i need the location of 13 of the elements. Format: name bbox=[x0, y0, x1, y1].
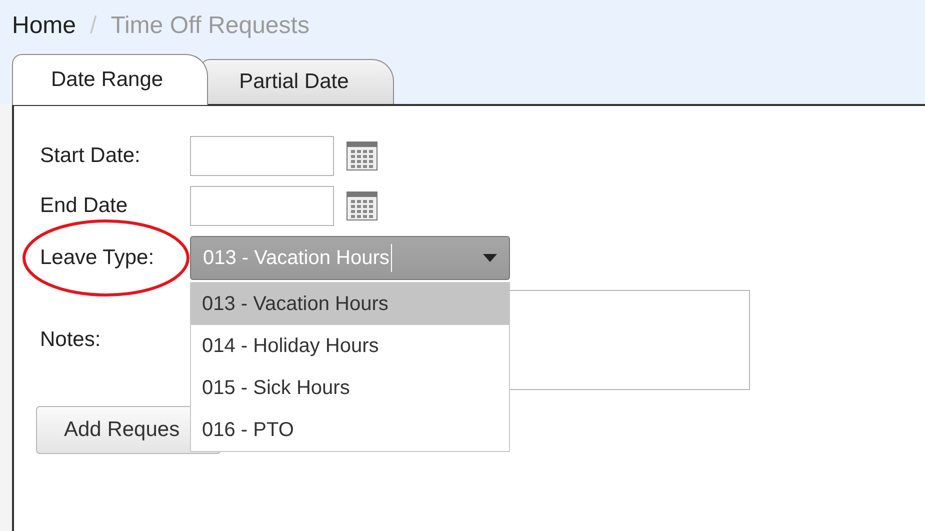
calendar-icon[interactable] bbox=[346, 191, 378, 221]
dropdown-option[interactable]: 013 - Vacation Hours bbox=[191, 283, 509, 325]
tab[interactable]: Date Range bbox=[12, 54, 208, 105]
date-field[interactable] bbox=[190, 136, 334, 176]
calendar-icon[interactable] bbox=[346, 141, 378, 171]
caret-icon bbox=[483, 254, 497, 262]
field-label: End Date bbox=[40, 194, 128, 217]
breadcrumb-separator: / bbox=[90, 12, 97, 40]
field-label: Leave Type: bbox=[40, 246, 154, 269]
date-field[interactable] bbox=[190, 186, 334, 226]
field-label: Notes: bbox=[40, 328, 101, 351]
field-label: Start Date: bbox=[40, 144, 140, 167]
breadcrumb-link[interactable]: Home bbox=[12, 12, 76, 40]
